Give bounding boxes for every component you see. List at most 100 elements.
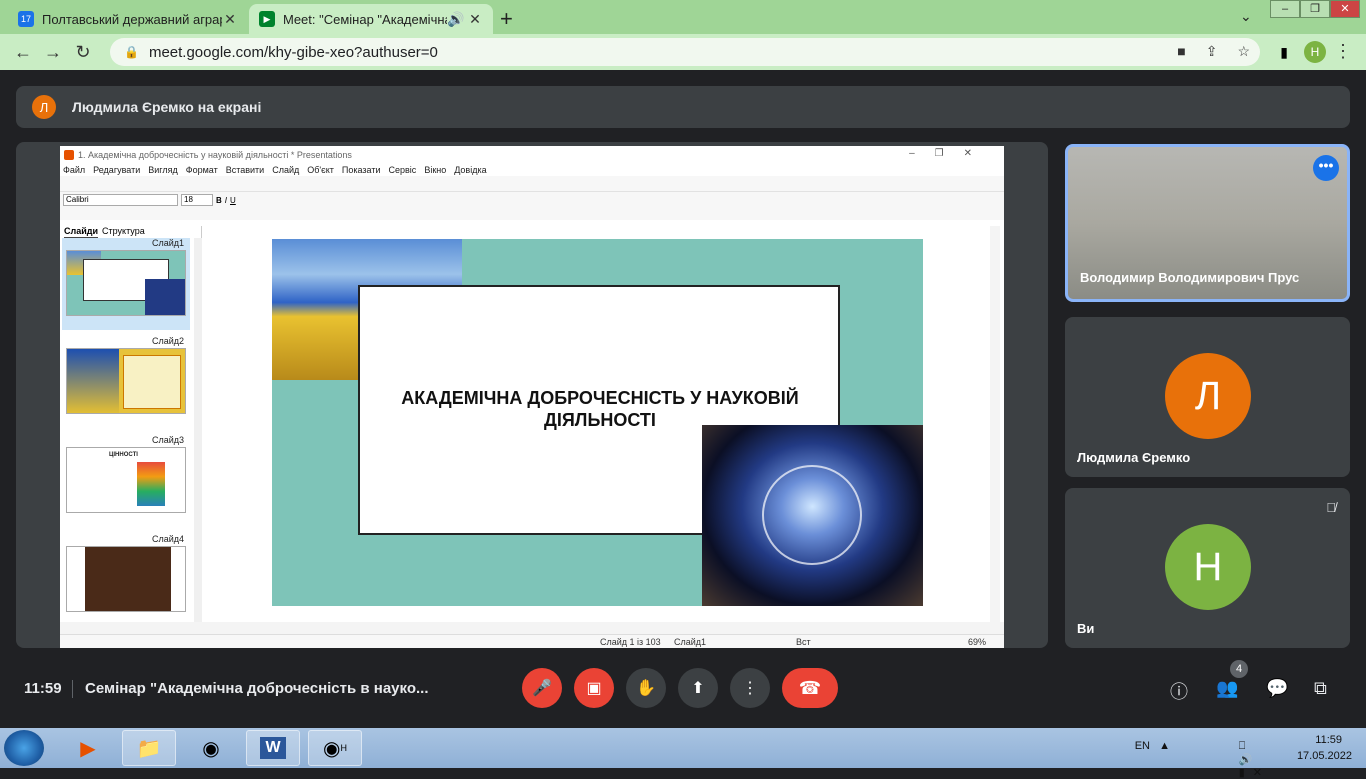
camera-toggle-button[interactable]: ▣: [574, 668, 614, 708]
close-tab-icon[interactable]: ✕: [467, 11, 483, 28]
participant-name: Ви: [1077, 621, 1095, 636]
browser-menu-icon[interactable]: ⋮: [1334, 41, 1352, 62]
participant-name: Людмила Єремко: [1077, 450, 1191, 465]
taskbar-date[interactable]: 17.05.2022: [1297, 750, 1352, 762]
windows-taskbar: ▶ 📁 ◉ W ◉ Н EN ▲ ⎕🔊▮✕ 11:59 17.05.2022: [0, 728, 1366, 779]
font-name-combo[interactable]: Calibri: [63, 194, 178, 206]
office-menu-item[interactable]: Формат: [186, 165, 218, 175]
tab-slides[interactable]: Слайди: [64, 226, 99, 238]
close-window-button[interactable]: ✕: [1330, 0, 1360, 18]
office-status-bar: Слайд 1 із 103 Слайд1 Вст 69%: [60, 634, 1004, 648]
presentations-app-icon: [64, 150, 74, 160]
tab-title: Meet: "Семінар "Академічна: [283, 11, 447, 27]
forward-button[interactable]: →: [38, 42, 68, 63]
chrome-profile-icon[interactable]: ◉ Н: [308, 730, 362, 766]
office-menu-item[interactable]: Сервіс: [389, 165, 417, 175]
chat-icon[interactable]: 💬: [1266, 678, 1288, 699]
raise-hand-button[interactable]: ✋: [626, 668, 666, 708]
address-bar[interactable]: 🔒 meet.google.com/khy-gibe-xeo?authuser=…: [110, 38, 1260, 66]
office-menu-item[interactable]: Слайд: [272, 165, 299, 175]
meeting-details-icon[interactable]: ⓘ: [1170, 678, 1188, 704]
status-zoom[interactable]: 69%: [968, 637, 986, 647]
font-size-combo[interactable]: 18: [181, 194, 213, 206]
people-icon[interactable]: 👥: [1216, 678, 1238, 699]
current-slide[interactable]: АКАДЕМІЧНА ДОБРОЧЕСНІСТЬ У НАУКОВІЙ ДІЯЛ…: [272, 239, 923, 606]
office-menu-item[interactable]: Файл: [63, 165, 85, 175]
mic-toggle-button[interactable]: 🎤: [522, 668, 562, 708]
slide-thumb-image: ЦІННОСТІ: [66, 447, 186, 513]
meet-icon: ▶: [259, 11, 275, 27]
office-drawing-toolbar: [60, 208, 1004, 220]
present-screen-button[interactable]: ⬆: [678, 668, 718, 708]
close-tab-icon[interactable]: ✕: [222, 11, 238, 28]
slide-thumb-image: [66, 250, 186, 316]
slide-thumb-2[interactable]: Слайд2: [62, 336, 190, 428]
participant-tile-self[interactable]: 🎙̸ Н Ви: [1065, 488, 1350, 648]
browser-tab-strip: 17 Полтавський державний аграрн ✕ ▶ Meet…: [0, 0, 1366, 34]
more-options-button[interactable]: ⋮: [730, 668, 770, 708]
slide-thumb-label: Слайд2: [151, 336, 184, 346]
word-icon[interactable]: W: [246, 730, 300, 766]
tray-chevron-icon[interactable]: ▲: [1159, 740, 1170, 752]
tab-structure[interactable]: Структура: [102, 226, 145, 238]
participant-tile-lyudmyla[interactable]: Л Людмила Єремко: [1065, 317, 1350, 477]
office-menu-bar: Файл Редагувати Вигляд Формат Вставити Слайд О…: [60, 164, 1004, 176]
language-indicator[interactable]: EN: [1135, 740, 1150, 752]
browser-tab-2[interactable]: ▶ Meet: "Семінар "Академічна 🔊 ✕: [249, 4, 493, 34]
participant-tile-video[interactable]: ••• Володимир Володимирович Прус: [1065, 144, 1350, 302]
side-panel-icon[interactable]: ▮: [1280, 44, 1288, 61]
presenter-avatar: Л: [32, 95, 56, 119]
meeting-clock: 11:59: [24, 680, 62, 697]
share-icon[interactable]: ⇪: [1206, 43, 1218, 60]
camera-blocked-icon[interactable]: ■: [1177, 43, 1185, 60]
restore-button[interactable]: ❐: [1300, 0, 1330, 18]
office-menu-item[interactable]: Показати: [342, 165, 381, 175]
reload-button[interactable]: ↻: [68, 42, 98, 63]
profile-avatar[interactable]: Н: [1304, 41, 1326, 63]
new-tab-button[interactable]: +: [500, 6, 513, 32]
slide-thumb-1[interactable]: Слайд1: [62, 238, 190, 330]
bold-icon[interactable]: B: [216, 196, 222, 205]
activities-icon[interactable]: ⧉: [1314, 678, 1327, 699]
tab-title: Полтавський державний аграрн: [42, 11, 222, 27]
slides-panel-scrollbar[interactable]: [194, 238, 202, 622]
lock-icon[interactable]: 🔒: [124, 45, 139, 59]
vertical-scrollbar[interactable]: [990, 226, 1000, 624]
chrome-icon[interactable]: ◉: [184, 730, 238, 766]
url-text: meet.google.com/khy-gibe-xeo?authuser=0: [148, 43, 438, 61]
meeting-title: Семінар "Академічна доброчесність в наук…: [85, 680, 429, 697]
slide-thumb-4[interactable]: Слайд4: [62, 534, 190, 626]
explorer-icon[interactable]: 📁: [122, 730, 176, 766]
office-menu-item[interactable]: Довідка: [454, 165, 486, 175]
slide-thumb-image: [66, 348, 186, 414]
underline-icon[interactable]: U: [230, 196, 236, 205]
bookmark-star-icon[interactable]: ☆: [1237, 43, 1250, 60]
italic-icon[interactable]: I: [225, 196, 227, 205]
taskbar-time[interactable]: 11:59: [1315, 734, 1342, 746]
slide-thumb-label: Слайд1: [151, 238, 184, 248]
minimize-button[interactable]: –: [1270, 0, 1300, 18]
browser-tab-1[interactable]: 17 Полтавський державний аграрн ✕: [8, 4, 248, 34]
participants-count-badge: 4: [1230, 660, 1248, 678]
slide-thumb-3[interactable]: Слайд3 ЦІННОСТІ: [62, 435, 190, 527]
horizontal-scrollbar[interactable]: [60, 622, 1004, 634]
office-menu-item[interactable]: Вигляд: [148, 165, 178, 175]
office-menu-item[interactable]: Редагувати: [93, 165, 140, 175]
participant-name: Володимир Володимирович Прус: [1080, 270, 1300, 285]
media-player-icon[interactable]: ▶: [64, 730, 112, 766]
more-options-icon[interactable]: •••: [1313, 155, 1339, 181]
office-window-controls: –❐✕: [909, 148, 992, 159]
speaker-icon: 🔊: [447, 10, 465, 27]
tray-status-icons[interactable]: ⎕🔊▮✕: [1239, 740, 1270, 779]
back-button[interactable]: ←: [8, 42, 38, 63]
leave-call-button[interactable]: ☎: [782, 668, 838, 708]
office-menu-item[interactable]: Вікно: [424, 165, 446, 175]
office-menu-item[interactable]: Об'єкт: [307, 165, 334, 175]
presenter-text: Людмила Єремко на екрані: [72, 99, 262, 115]
mic-off-icon: 🎙̸: [1326, 500, 1336, 515]
status-slide-number: Слайд 1 із 103: [600, 637, 661, 647]
office-menu-item[interactable]: Вставити: [226, 165, 265, 175]
tab-search-icon[interactable]: ⌄: [1240, 8, 1252, 25]
start-button[interactable]: [4, 730, 44, 766]
slides-panel: Слайди Структура Слайд1 Слайд2 Слайд3 ЦІ…: [60, 226, 202, 634]
